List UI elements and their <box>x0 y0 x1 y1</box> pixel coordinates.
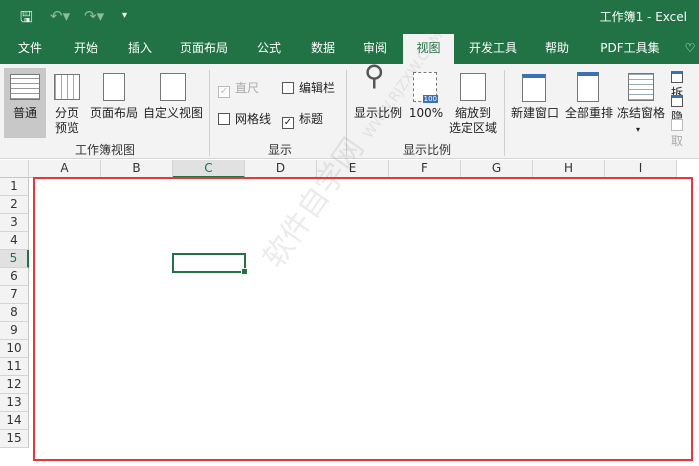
page-break-preview-icon <box>54 74 80 100</box>
custom-views-button[interactable]: 自定义视图 <box>141 106 205 121</box>
row-header-7[interactable]: 7 <box>0 286 29 304</box>
tab-insert[interactable]: 插入 <box>114 34 166 64</box>
highlight-box <box>33 177 693 461</box>
ruler-label: 直尺 <box>235 81 260 95</box>
new-window-icon <box>522 74 546 102</box>
gridlines-label: 网格线 <box>235 112 272 126</box>
arrange-all-icon <box>577 72 599 102</box>
page-layout-icon <box>103 73 125 101</box>
formula-bar-label: 编辑栏 <box>299 81 336 95</box>
column-header-F[interactable]: F <box>389 160 461 178</box>
tab-formulas[interactable]: 公式 <box>246 34 292 64</box>
row-header-8[interactable]: 8 <box>0 304 29 322</box>
column-header-I[interactable]: I <box>605 160 677 178</box>
separator <box>504 70 505 156</box>
unhide-label: 取 <box>671 134 684 148</box>
row-header-9[interactable]: 9 <box>0 322 29 340</box>
freeze-panes-dropdown-icon[interactable]: ▾ <box>636 122 640 137</box>
row-header-10[interactable]: 10 <box>0 340 29 358</box>
column-header-H[interactable]: H <box>533 160 605 178</box>
page-layout-button[interactable]: 页面布局 <box>88 106 140 121</box>
gridlines-checkbox[interactable]: 网格线 <box>218 110 271 127</box>
title-bar: 🖫 ↶▾ ↷▾ ▾ 工作簿1 - Excel <box>0 0 699 34</box>
freeze-panes-icon <box>628 73 654 101</box>
row-header-12[interactable]: 12 <box>0 376 29 394</box>
row-header-1[interactable]: 1 <box>0 178 29 196</box>
select-all-corner[interactable] <box>0 160 29 178</box>
separator <box>209 70 210 156</box>
unhide-button[interactable]: 取 <box>671 118 699 149</box>
column-header-G[interactable]: G <box>461 160 533 178</box>
tab-page-layout[interactable]: 页面布局 <box>172 34 236 64</box>
ribbon-tabs: 文件 开始 插入 页面布局 公式 数据 审阅 视图 开发工具 帮助 PDF工具集… <box>0 34 699 64</box>
normal-view-icon <box>10 74 40 100</box>
row-header-13[interactable]: 13 <box>0 394 29 412</box>
formula-bar-checkbox[interactable]: 编辑栏 <box>282 79 335 96</box>
row-header-6[interactable]: 6 <box>0 268 29 286</box>
group-label-show: 显示 <box>267 143 292 157</box>
row-header-11[interactable]: 11 <box>0 358 29 376</box>
column-header-A[interactable]: A <box>29 160 101 178</box>
arrange-all-button[interactable]: 全部重排 <box>562 106 616 121</box>
row-header-5[interactable]: 5 <box>0 250 29 268</box>
zoom-to-selection-button[interactable]: 缩放到 选定区域 <box>446 106 500 136</box>
column-header-B[interactable]: B <box>101 160 173 178</box>
lightbulb-icon[interactable]: ♡ <box>680 34 699 64</box>
save-icon[interactable]: 🖫 <box>20 7 33 32</box>
undo-icon[interactable]: ↶▾ <box>50 7 70 25</box>
freeze-panes-button[interactable]: 冻结窗格 <box>614 106 668 121</box>
window-title: 工作簿1 - Excel <box>599 10 687 24</box>
customize-qat-icon[interactable]: ▾ <box>122 10 127 21</box>
row-header-2[interactable]: 2 <box>0 196 29 214</box>
tab-help[interactable]: 帮助 <box>532 34 582 64</box>
row-header-15[interactable]: 15 <box>0 430 29 448</box>
headings-label: 标题 <box>299 112 324 126</box>
new-window-button[interactable]: 新建窗口 <box>508 106 562 121</box>
row-header-14[interactable]: 14 <box>0 412 29 430</box>
tab-developer[interactable]: 开发工具 <box>460 34 526 64</box>
redo-icon[interactable]: ↷▾ <box>84 7 104 25</box>
tab-file[interactable]: 文件 <box>4 34 56 64</box>
row-header-3[interactable]: 3 <box>0 214 29 232</box>
tab-home[interactable]: 开始 <box>60 34 112 64</box>
ruler-checkbox[interactable]: ✓ 直尺 <box>218 79 259 98</box>
column-header-C[interactable]: C <box>173 160 245 178</box>
group-label-zoom: 显示比例 <box>402 143 451 157</box>
row-header-4[interactable]: 4 <box>0 232 29 250</box>
custom-views-icon <box>160 73 186 101</box>
group-label-workbook-views: 工作簿视图 <box>74 143 135 157</box>
page-break-preview-button[interactable]: 分页 预览 <box>48 106 86 136</box>
normal-view-label: 普通 <box>12 106 37 120</box>
tab-data[interactable]: 数据 <box>298 34 348 64</box>
headings-checkbox[interactable]: ✓ 标题 <box>282 110 323 129</box>
tab-pdf-tools[interactable]: PDF工具集 <box>590 34 670 64</box>
zoom-100-badge: 100 <box>422 95 438 103</box>
zoom-100-button[interactable]: 100% <box>408 106 444 121</box>
zoom-to-selection-icon <box>460 73 486 101</box>
